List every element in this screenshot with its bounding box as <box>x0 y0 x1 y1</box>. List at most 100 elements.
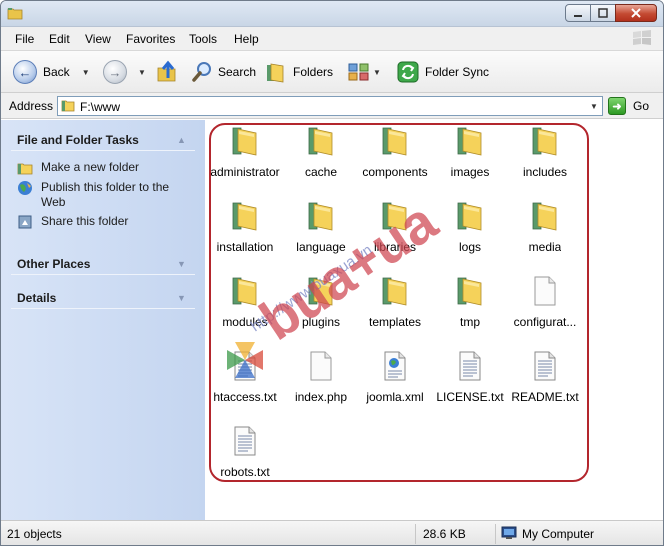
views-icon <box>348 63 369 81</box>
folder-item[interactable]: includes <box>507 125 583 179</box>
folder-icon <box>382 202 407 231</box>
up-folder-button[interactable] <box>155 59 179 85</box>
address-input[interactable]: F:\www ▼ <box>57 96 603 116</box>
item-label: templates <box>368 315 422 329</box>
item-label: plugins <box>301 315 341 329</box>
address-value: F:\www <box>80 100 120 114</box>
menu-bar: File Edit View Favorites Tools Help <box>1 27 663 51</box>
file-item[interactable]: LICENSE.txt <box>432 350 508 404</box>
other-places-heading[interactable]: Other Places <box>17 257 90 271</box>
folder-icon <box>457 127 482 156</box>
item-label: components <box>362 165 428 179</box>
task-share-folder[interactable]: Share this folder <box>17 214 181 230</box>
folder-item[interactable]: templates <box>357 275 433 329</box>
menu-favorites[interactable]: Favorites <box>126 32 175 46</box>
file-item[interactable]: README.txt <box>507 350 583 404</box>
folder-icon <box>457 277 482 306</box>
go-button[interactable]: ➜ Go <box>608 97 649 115</box>
address-bar: Address F:\www ▼ ➜ Go <box>1 93 663 119</box>
file-folder-tasks-heading[interactable]: File and Folder Tasks <box>17 133 139 147</box>
share-icon <box>18 215 32 229</box>
file-item[interactable]: index.php <box>283 350 359 404</box>
back-button[interactable]: ← Back ▼ <box>13 59 90 85</box>
folder-icon <box>532 202 557 231</box>
item-label: libraries <box>373 240 416 254</box>
file-icon <box>534 276 556 306</box>
details-heading[interactable]: Details <box>17 291 56 305</box>
folder-item[interactable]: components <box>357 125 433 179</box>
up-folder-icon <box>157 60 176 82</box>
task-label: Share this folder <box>41 214 129 228</box>
folder-item[interactable]: modules <box>207 275 283 329</box>
file-list-area[interactable]: administrator cache components images includ… <box>205 120 663 520</box>
search-icon <box>192 62 211 82</box>
item-label: robots.txt <box>220 465 270 479</box>
maximize-icon <box>598 8 608 18</box>
folder-item[interactable]: administrator <box>207 125 283 179</box>
back-dropdown-icon[interactable]: ▼ <box>82 68 90 77</box>
search-button[interactable]: Search <box>191 59 256 85</box>
folder-item[interactable]: libraries <box>357 200 433 254</box>
folder-sync-button[interactable]: Folder Sync <box>396 59 489 85</box>
text-file-icon <box>234 426 256 456</box>
item-label: index.php <box>294 390 348 404</box>
file-item[interactable]: robots.txt <box>207 425 283 479</box>
folder-item[interactable]: language <box>283 200 359 254</box>
folder-icon <box>382 127 407 156</box>
item-label: joomla.xml <box>366 390 424 404</box>
folder-icon <box>61 100 75 112</box>
divider <box>415 524 416 544</box>
folder-icon <box>308 202 333 231</box>
folder-item[interactable]: cache <box>283 125 359 179</box>
task-make-new-folder[interactable]: Make a new folder <box>17 160 181 176</box>
go-label: Go <box>633 99 650 113</box>
title-bar[interactable] <box>1 1 663 27</box>
folder-icon <box>308 277 333 306</box>
folder-sync-icon <box>397 61 419 83</box>
folders-icon <box>267 63 284 83</box>
folder-item[interactable]: plugins <box>283 275 359 329</box>
task-label: Make a new folder <box>41 160 140 174</box>
file-icon <box>310 351 332 381</box>
close-button[interactable] <box>615 4 657 22</box>
status-bar: 21 objects 28.6 KB My Computer <box>1 520 663 545</box>
task-publish-web[interactable]: Publish this folder to the Web <box>17 180 181 210</box>
folder-item[interactable]: logs <box>432 200 508 254</box>
file-item[interactable]: htaccess.txt <box>207 350 283 404</box>
divider <box>11 308 195 309</box>
maximize-button[interactable] <box>590 4 616 22</box>
item-label: logs <box>458 240 481 254</box>
folder-icon <box>232 127 257 156</box>
close-icon <box>631 8 641 18</box>
folder-item[interactable]: installation <box>207 200 283 254</box>
folder-icon <box>7 8 23 20</box>
expand-chevron-icon[interactable]: ▼ <box>177 293 186 303</box>
folder-icon <box>382 277 407 306</box>
folder-item[interactable]: images <box>432 125 508 179</box>
folder-item[interactable]: tmp <box>432 275 508 329</box>
folder-item[interactable]: media <box>507 200 583 254</box>
menu-file[interactable]: File <box>15 32 34 46</box>
forward-dropdown-icon[interactable]: ▼ <box>138 68 146 77</box>
menu-help[interactable]: Help <box>234 32 259 46</box>
text-file-icon <box>534 351 556 381</box>
divider <box>11 274 195 275</box>
menu-view[interactable]: View <box>85 32 111 46</box>
item-label: administrator <box>210 165 280 179</box>
collapse-chevron-icon[interactable]: ▲ <box>177 135 186 145</box>
file-item[interactable]: joomla.xml <box>357 350 433 404</box>
minimize-button[interactable] <box>565 4 591 22</box>
menu-tools[interactable]: Tools <box>189 32 217 46</box>
folder-icon <box>232 277 257 306</box>
forward-button[interactable]: → ▼ <box>103 59 146 85</box>
views-button[interactable]: ▼ <box>347 59 381 85</box>
address-dropdown-icon[interactable]: ▼ <box>586 97 602 115</box>
views-dropdown-icon[interactable]: ▼ <box>373 68 381 77</box>
toolbar: ← Back ▼ → ▼ Search Folders ▼ Folder Syn… <box>1 51 663 93</box>
total-size: 28.6 KB <box>423 527 466 541</box>
folders-button[interactable]: Folders <box>266 59 333 85</box>
forward-arrow-icon: → <box>103 60 127 84</box>
file-item[interactable]: configurat... <box>507 275 583 329</box>
expand-chevron-icon[interactable]: ▼ <box>177 259 186 269</box>
menu-edit[interactable]: Edit <box>49 32 70 46</box>
